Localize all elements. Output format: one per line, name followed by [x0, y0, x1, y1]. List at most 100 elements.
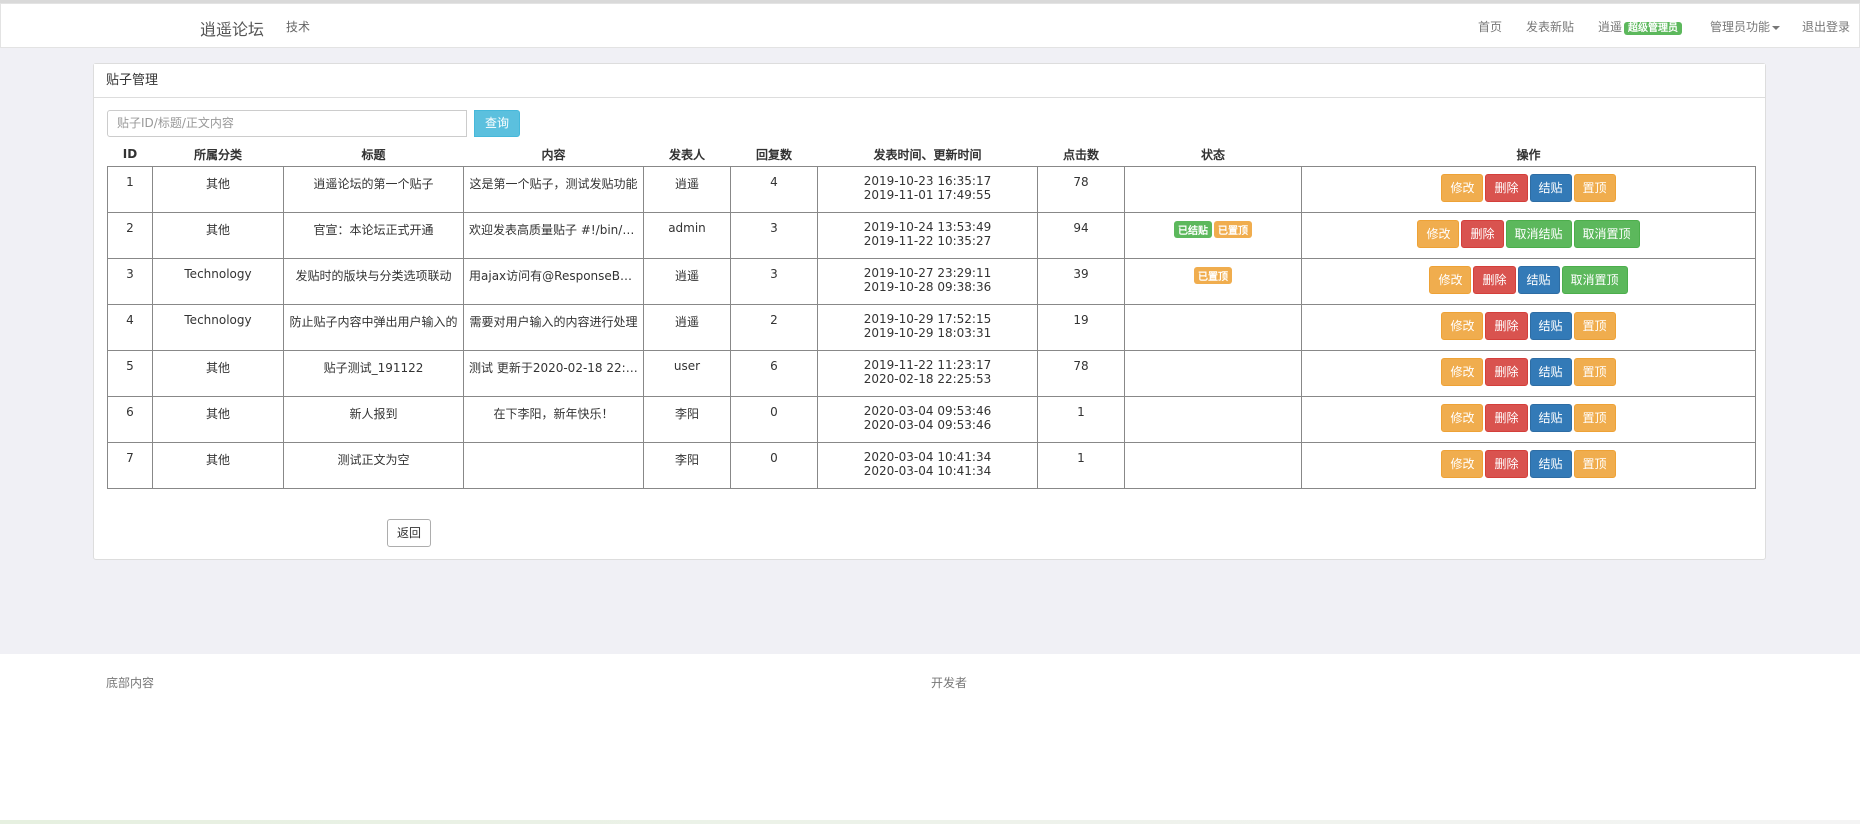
cell-actions: 修改 删除 取消结贴 取消置顶 [1301, 212, 1756, 259]
column-header: 操作 [1516, 147, 1541, 162]
nav-new-post-link[interactable]: 发表新贴 [1526, 18, 1574, 35]
table-row: 6 其他 新人报到 在下李阳，新年快乐！ 李阳 0 2020-03-04 09:53:46 2… [107, 396, 1756, 443]
cell-clicks: 1 [1037, 396, 1125, 443]
cell-id: 5 [107, 350, 153, 397]
column-header: 标题 [361, 147, 386, 162]
cell-status [1124, 350, 1302, 397]
delete-button[interactable]: 删除 [1485, 312, 1528, 340]
cell-title: 发贴时的版块与分类选项联动 [283, 258, 464, 305]
close-thread-button[interactable]: 结贴 [1529, 358, 1572, 386]
created-time: 2019-10-23 16:35:17 [863, 174, 992, 188]
search-input[interactable]: 贴子ID/标题/正文内容 [107, 110, 467, 137]
cell-clicks: 1 [1037, 442, 1125, 489]
logout-link[interactable]: 退出登录 [1802, 18, 1850, 35]
cell-replies: 0 [730, 396, 818, 443]
cell-status [1124, 166, 1302, 213]
edit-button[interactable]: 修改 [1417, 220, 1460, 248]
top-navbar: 逍遥论坛 技术 首页 发表新贴 逍遥 超级管理员 管理员功能 退出登录 [0, 3, 1860, 48]
cell-actions: 修改 删除 结贴 置顶 [1301, 166, 1756, 213]
close-thread-button[interactable]: 结贴 [1529, 312, 1572, 340]
nav-tech-link[interactable]: 技术 [286, 18, 310, 35]
status-badge: 已置顶 [1214, 221, 1252, 238]
admin-badge: 超级管理员 [1624, 22, 1683, 35]
cell-replies: 2 [730, 304, 818, 351]
footer-bottom-bar [0, 820, 1860, 824]
cell-actions: 修改 删除 结贴 取消置顶 [1301, 258, 1756, 305]
cell-author: 李阳 [643, 442, 731, 489]
edit-button[interactable]: 修改 [1441, 174, 1484, 202]
cell-clicks: 19 [1037, 304, 1125, 351]
cell-status [1124, 304, 1302, 351]
status-badge: 已结贴 [1174, 221, 1212, 238]
cell-status: 已结贴 已置顶 [1124, 212, 1302, 259]
table-row: 4 Technology 防止贴子内容中弹出用户输入的 需要对用户输入的内容进行处理逍… [107, 304, 1756, 351]
table-row: 2 其他 官宣：本论坛正式开通 欢迎发表高质量贴子 #!/bin/bash admin 3… [107, 212, 1756, 259]
cell-title: 官宣：本论坛正式开通 [283, 212, 464, 259]
delete-button[interactable]: 删除 [1473, 266, 1516, 294]
edit-button[interactable]: 修改 [1441, 358, 1484, 386]
nav-user-link[interactable]: 逍遥 超级管理员 [1598, 18, 1683, 35]
table-header-row: ID 所属分类 标题 内容 发表人 回复数 发表时间、更新时间 点击数 状态 操作 [108, 142, 1756, 167]
cell-content: 测试 更新于2020-02-18 22:25 [463, 350, 644, 397]
cell-author: user [643, 350, 731, 397]
cell-id: 3 [107, 258, 153, 305]
delete-button[interactable]: 删除 [1485, 174, 1528, 202]
nav-home-link[interactable]: 首页 [1478, 18, 1502, 35]
cell-category: 其他 [152, 166, 284, 213]
pin-button[interactable]: 置顶 [1573, 312, 1616, 340]
nav-user-name: 逍遥 [1598, 20, 1623, 34]
unpin-button[interactable]: 取消置顶 [1561, 266, 1628, 294]
column-header: 点击数 [1062, 147, 1099, 162]
cell-title: 防止贴子内容中弹出用户输入的 [283, 304, 464, 351]
updated-time: 2019-10-28 09:38:36 [863, 280, 992, 294]
created-time: 2020-03-04 10:41:34 [863, 450, 992, 464]
cell-content: 用ajax访问有@ResponseBody注解 [463, 258, 644, 305]
pin-button[interactable]: 置顶 [1573, 404, 1616, 432]
updated-time: 2020-03-04 09:53:46 [863, 418, 992, 432]
edit-button[interactable]: 修改 [1441, 450, 1484, 478]
unpin-button[interactable]: 取消置顶 [1573, 220, 1640, 248]
status-badge: 已置顶 [1194, 267, 1232, 284]
edit-button[interactable]: 修改 [1441, 404, 1484, 432]
cell-replies: 0 [730, 442, 818, 489]
cell-category: 其他 [152, 442, 284, 489]
cell-times: 2020-03-04 09:53:46 2020-03-04 09:53:46 [817, 396, 1038, 443]
cell-status [1124, 396, 1302, 443]
close-thread-button[interactable]: 结贴 [1529, 404, 1572, 432]
cell-clicks: 39 [1037, 258, 1125, 305]
pin-button[interactable]: 置顶 [1573, 174, 1616, 202]
column-header: 发表人 [668, 147, 705, 162]
search-button[interactable]: 查询 [474, 110, 520, 137]
close-thread-button[interactable]: 结贴 [1517, 266, 1560, 294]
delete-button[interactable]: 删除 [1485, 358, 1528, 386]
brand-link[interactable]: 逍遥论坛 [200, 16, 264, 40]
column-header: 状态 [1200, 147, 1225, 162]
close-thread-button[interactable]: 结贴 [1529, 174, 1572, 202]
edit-button[interactable]: 修改 [1441, 312, 1484, 340]
return-button[interactable]: 返回 [387, 519, 431, 547]
created-time: 2019-10-29 17:52:15 [863, 312, 992, 326]
edit-button[interactable]: 修改 [1429, 266, 1472, 294]
updated-time: 2020-03-04 10:41:34 [863, 464, 992, 478]
unclose-thread-button[interactable]: 取消结贴 [1505, 220, 1572, 248]
cell-title: 测试正文为空 [283, 442, 464, 489]
close-thread-button[interactable]: 结贴 [1529, 450, 1572, 478]
created-time: 2019-11-22 11:23:17 [863, 358, 992, 372]
admin-menu-dropdown[interactable]: 管理员功能 [1710, 18, 1781, 35]
pin-button[interactable]: 置顶 [1573, 450, 1616, 478]
cell-title: 新人报到 [283, 396, 464, 443]
cell-author: 李阳 [643, 396, 731, 443]
delete-button[interactable]: 删除 [1485, 404, 1528, 432]
cell-author: 逍遥 [643, 304, 731, 351]
cell-replies: 4 [730, 166, 818, 213]
cell-category: 其他 [152, 350, 284, 397]
footer-developer: 开发者 [931, 676, 968, 690]
cell-status: 已置顶 [1124, 258, 1302, 305]
admin-menu-label: 管理员功能 [1710, 20, 1771, 34]
cell-actions: 修改 删除 结贴 置顶 [1301, 304, 1756, 351]
delete-button[interactable]: 删除 [1485, 450, 1528, 478]
delete-button[interactable]: 删除 [1461, 220, 1504, 248]
pin-button[interactable]: 置顶 [1573, 358, 1616, 386]
footer: 底部内容 开发者 [0, 654, 1860, 826]
cell-content: 这是第一个贴子，测试发贴功能 [463, 166, 644, 213]
